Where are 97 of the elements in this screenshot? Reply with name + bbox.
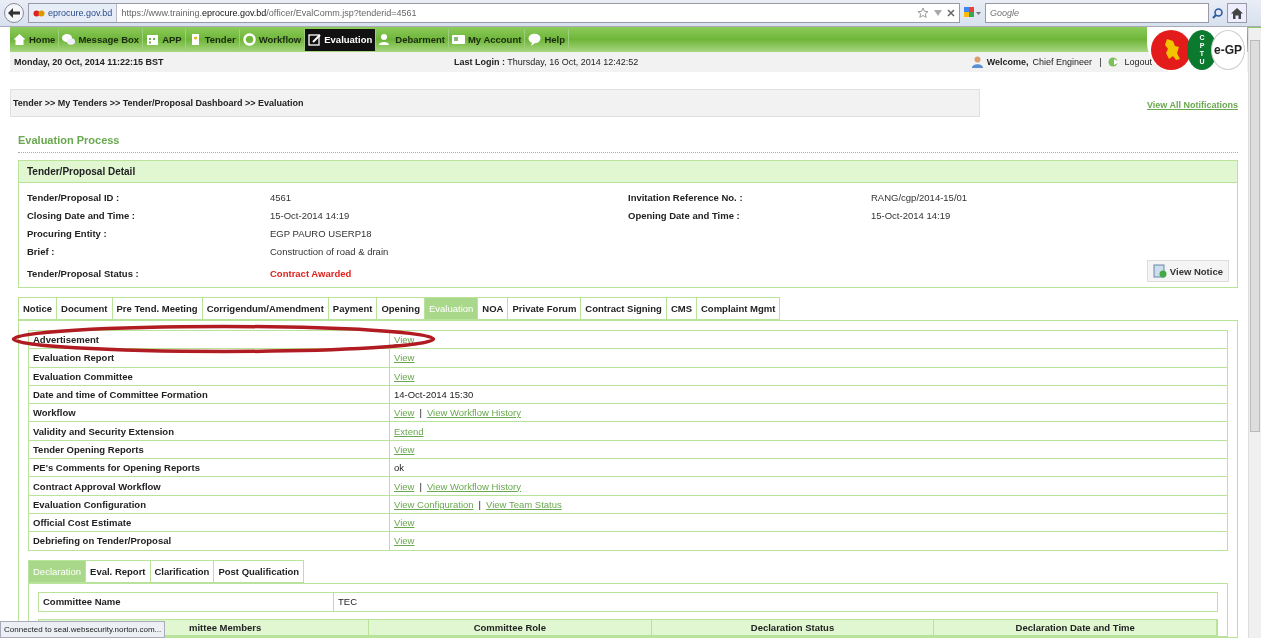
row-label: Evaluation Committee	[29, 367, 390, 385]
separator: |	[1099, 57, 1102, 67]
star-icon[interactable]	[917, 7, 929, 19]
row-label: Tender Opening Reports	[29, 440, 390, 459]
breadcrumb: Tender >> My Tenders >> Tender/Proposal Dashboard >> Evaluation	[10, 89, 980, 117]
search-icon[interactable]	[1212, 7, 1223, 19]
nav-item[interactable]: Home	[10, 28, 60, 51]
tab[interactable]: Contract Signing	[580, 297, 666, 320]
home-icon	[13, 33, 26, 46]
nav-item[interactable]: Help	[525, 28, 569, 51]
column-header: Committee Role	[369, 619, 652, 635]
circle-icon	[242, 33, 256, 46]
field-label: Tender/Proposal ID :	[27, 191, 121, 203]
current-date: Monday, 20 Oct, 2014 11:22:15 BST	[14, 57, 165, 67]
edit-icon	[308, 33, 322, 46]
url-text: https://www.training.eprocure.gov.bd/officer/EvalComm.jsp?tenderid=4561	[120, 8, 418, 18]
table-cell-text: TEC	[337, 595, 357, 610]
nav-item[interactable]: APP	[143, 28, 186, 51]
row-label: Evaluation Report	[29, 349, 390, 367]
scrollbar[interactable]	[1248, 28, 1261, 638]
field-label: Brief :	[27, 245, 56, 257]
row-label: Evaluation Configuration	[29, 495, 390, 513]
tab[interactable]: NOA	[477, 297, 508, 320]
address-bar[interactable]: eprocure.gov.bd https://www.training.eprocure.gov.bd/officer/EvalComm.jsp?tenderid=4561	[28, 3, 960, 23]
user-icon	[971, 56, 983, 68]
tab[interactable]: Complaint Mgmt	[696, 297, 781, 320]
tab[interactable]: Payment	[327, 297, 377, 320]
tab[interactable]: Document	[56, 297, 112, 320]
circles-icon	[33, 9, 45, 17]
site-identity-badge[interactable]: eprocure.gov.bd	[29, 4, 118, 22]
status-value: Contract Awarded	[270, 267, 352, 279]
table-header: Committee Name	[39, 592, 334, 611]
field-value: EGP PAURO USERP18	[270, 227, 372, 239]
field-value: 4561	[270, 191, 292, 203]
search-engine-icon[interactable]	[964, 7, 982, 19]
field-value: 15-Oct-2014 14:19	[871, 209, 951, 221]
view-notice-button[interactable]: View Notice	[1146, 260, 1229, 282]
separator: |	[478, 498, 482, 510]
chat-bubbles-icon	[62, 33, 76, 46]
tab[interactable]: Corrigendum/Amendment	[201, 297, 328, 320]
calendar-icon	[146, 33, 160, 46]
row-label: Workflow	[29, 404, 390, 422]
map-icon	[1151, 30, 1191, 70]
logo-text: e-GP	[1211, 30, 1245, 70]
field-label: Opening Date and Time :	[628, 209, 741, 221]
nav-item[interactable]: My Account	[448, 28, 526, 51]
tab[interactable]: Post Qualification	[213, 559, 305, 583]
search-field[interactable]: Google	[985, 3, 1209, 23]
table-value: ok	[394, 462, 405, 474]
row-label: Official Cost Estimate	[29, 513, 390, 532]
panel-title: Tender/Proposal Detail	[19, 161, 1237, 183]
field-label: Procuring Entity :	[27, 227, 108, 239]
nav-item[interactable]: Message Box	[59, 28, 144, 51]
dropdown-icon[interactable]	[934, 10, 942, 16]
row-label: Debriefing on Tender/Proposal	[29, 532, 390, 550]
nav-item[interactable]: Evaluation	[305, 28, 377, 51]
field-label: Closing Date and Time :	[27, 209, 137, 221]
section-title: Evaluation Process	[18, 134, 1238, 153]
nav-item[interactable]: Tender	[185, 28, 240, 51]
logout-icon[interactable]	[1108, 57, 1121, 67]
home-button[interactable]	[1227, 3, 1247, 23]
tab[interactable]: CMS	[665, 297, 696, 320]
row-label: Date and time of Committee Formation	[29, 385, 390, 404]
field-value: Construction of road & drain	[270, 245, 389, 257]
row-label: Validity and Security Extension	[29, 422, 390, 440]
back-arrow-icon	[8, 8, 20, 18]
logout-link[interactable]: Logout	[1124, 57, 1152, 67]
last-login-value: Thursday, 16 Oct, 2014 12:42:52	[507, 57, 639, 67]
table-value: 14-Oct-2014 15:30	[394, 389, 474, 401]
row-label: PE's Comments for Opening Reports	[29, 459, 390, 477]
tab[interactable]: Notice	[18, 297, 57, 320]
help-icon	[528, 33, 542, 46]
tab[interactable]: Opening	[376, 297, 424, 320]
document-icon	[1152, 264, 1167, 278]
row-label: Contract Approval Workflow	[29, 477, 390, 495]
field-value: 15-Oct-2014 14:19	[270, 209, 350, 221]
tab[interactable]: Private Forum	[507, 297, 581, 320]
id-card-icon	[451, 33, 465, 46]
separator: |	[419, 407, 422, 419]
row-label: Advertisement	[29, 331, 390, 349]
last-login-label: Last Login :	[454, 57, 505, 67]
column-header: Declaration Status	[651, 619, 935, 635]
welcome-label: Welcome,	[986, 57, 1029, 67]
column-header: Declaration Date and Time	[934, 619, 1217, 635]
tab[interactable]: Pre Tend. Meeting	[111, 297, 202, 320]
tab[interactable]: Eval. Report	[85, 559, 150, 583]
field-label: Tender/Proposal Status :	[27, 267, 140, 279]
status-bar: Connected to seal.websecurity.norton.com...	[0, 621, 166, 638]
field-value: RANG/cgp/2014-15/01	[871, 191, 968, 203]
home-icon	[1231, 7, 1243, 19]
close-icon[interactable]	[947, 9, 955, 17]
user-name: Chief Engineer	[1032, 57, 1093, 67]
separator: |	[419, 480, 422, 492]
nav-item[interactable]: Debarment	[376, 28, 449, 51]
tab[interactable]: Clarification	[149, 559, 214, 583]
back-button[interactable]	[4, 3, 24, 23]
field-label: Invitation Reference No. :	[628, 191, 744, 203]
